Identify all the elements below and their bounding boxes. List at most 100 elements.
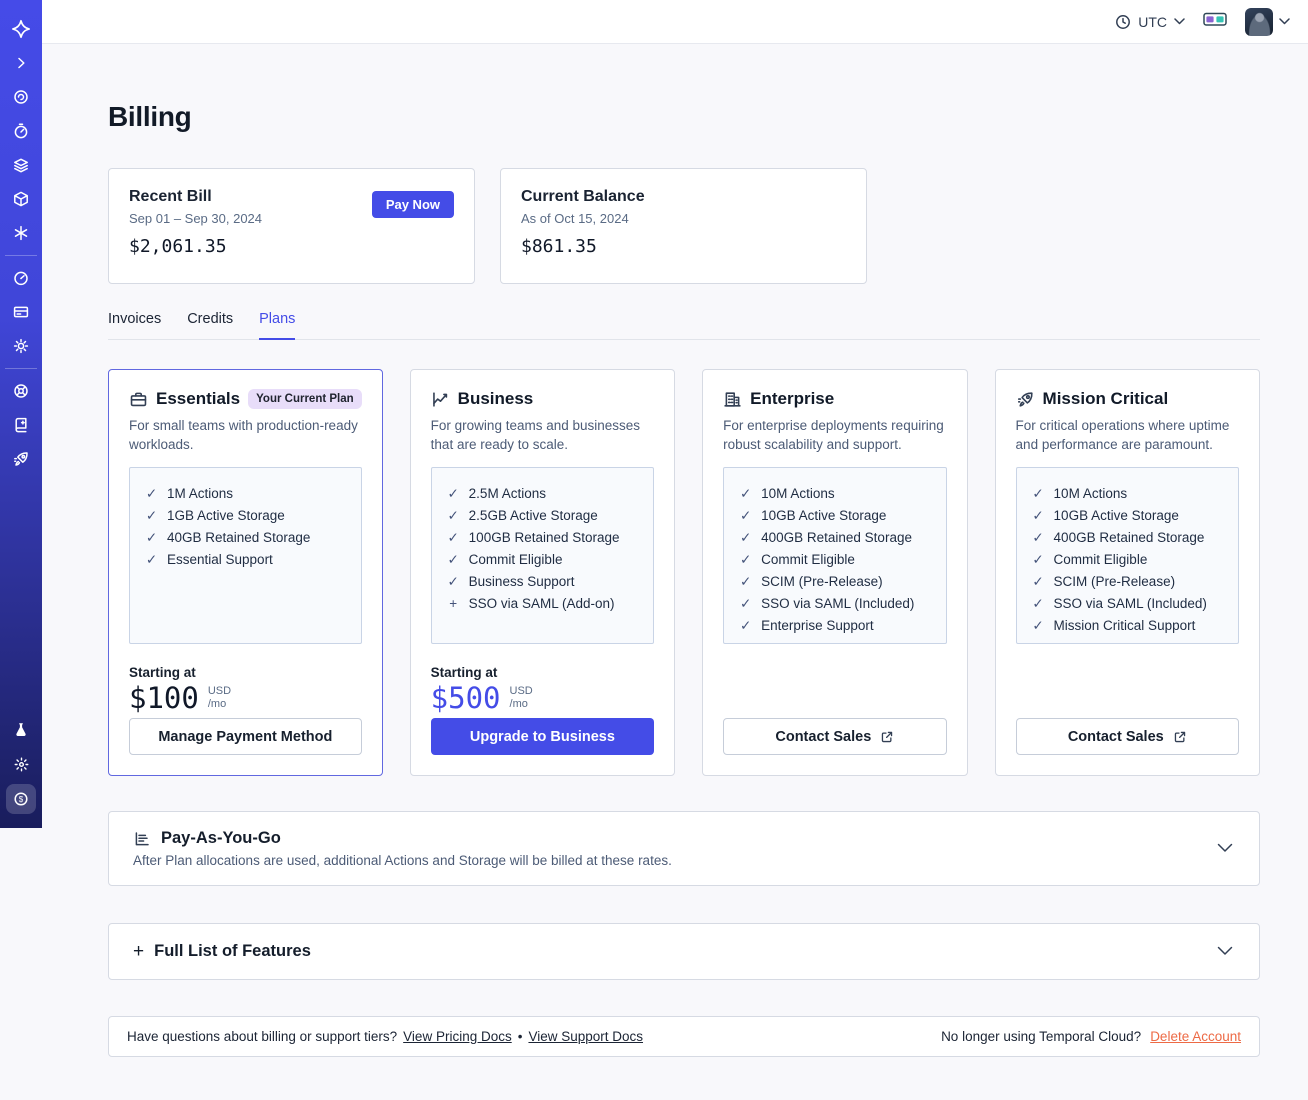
feature-item: ✓ 10GB Active Storage [1032,505,1232,527]
feature-item: ✓ 10M Actions [1032,483,1232,505]
sidebar-item-billing-active[interactable]: $ [6,784,36,814]
feature-item: ✓ 400GB Retained Storage [1032,527,1232,549]
feature-text: Business Support [468,574,575,590]
contact-sales-button[interactable]: Contact Sales [1015,718,1239,755]
plan-price: $500 [430,681,501,716]
current-balance-card: Current Balance As of Oct 15, 2024 $861.… [500,168,867,284]
timer-icon[interactable] [0,114,42,148]
feature-item: + SSO via SAML (Add-on) [447,593,647,615]
plan-card-essentials: Essentials Your Current Plan For small t… [108,369,383,776]
rocket-icon [1017,391,1033,407]
plan-description: For small teams with production-ready wo… [129,418,358,453]
layers-icon[interactable] [0,148,42,182]
flask-icon[interactable] [0,713,42,747]
current-plan-badge: Your Current Plan [248,389,362,409]
plan-description: For growing teams and businesses that ar… [430,418,641,453]
check-icon: ✓ [447,486,459,502]
plan-card-mission-critical: Mission Critical For critical operations… [994,369,1260,776]
sidebar-bottom-group: $ [0,713,42,814]
upgrade-to-business-button[interactable]: Upgrade to Business [430,718,655,755]
feature-item: ✓ Mission Critical Support [1032,615,1232,637]
feature-list: ✓ 2.5M Actions ✓ 2.5GB Active Storage ✓ 100… [430,467,655,645]
dollar-coin-icon: $ [14,792,28,806]
chart-line-icon [432,391,447,407]
external-link-icon [1174,731,1185,742]
expand-features-chevron-down-icon[interactable] [1217,943,1233,961]
spiral-icon[interactable] [0,80,42,114]
check-icon: ✓ [739,486,752,502]
plans-row: Essentials Your Current Plan For small t… [108,369,1260,776]
recent-bill-amount: $2,061.35 [129,236,227,257]
temporal-logo-icon[interactable] [0,12,42,46]
check-icon: ✓ [1032,486,1044,502]
delete-account-link[interactable]: Delete Account [1150,1029,1241,1044]
view-support-docs-link[interactable]: View Support Docs [528,1029,643,1044]
check-icon: ✓ [145,508,158,524]
feature-item: ✓ 100GB Retained Storage [447,527,647,549]
recent-bill-card: Recent Bill Sep 01 – Sep 30, 2024 $2,061… [108,168,475,284]
feature-text: 100GB Retained Storage [468,530,620,546]
gear-icon[interactable] [0,329,42,363]
rocket-icon[interactable] [0,442,42,476]
tab-invoices[interactable]: Invoices [108,311,161,339]
wheel-icon[interactable] [0,374,42,408]
feature-text: 40GB Retained Storage [167,530,311,546]
timezone-selector[interactable]: UTC [1115,14,1185,30]
full-list-title: Full List of Features [154,942,311,960]
feature-list: ✓ 10M Actions ✓ 10GB Active Storage ✓ 400GB… [1015,467,1239,645]
tab-plans[interactable]: Plans [259,311,296,340]
expand-sidebar-chevron-right-icon[interactable] [0,46,42,80]
plan-name: Essentials [156,389,241,408]
footer-right-question: No longer using Temporal Cloud? [941,1029,1142,1044]
footer-separator: • [517,1029,523,1044]
current-balance-amount: $861.35 [521,236,597,257]
contact-sales-button[interactable]: Contact Sales [723,718,947,755]
check-icon: ✓ [145,486,158,502]
feature-list: ✓ 1M Actions ✓ 1GB Active Storage ✓ 40GB Re… [129,467,362,645]
gauge-icon[interactable] [0,261,42,295]
feature-text: SSO via SAML (Add-on) [468,596,615,612]
feature-text: 1GB Active Storage [167,508,285,524]
billing-footer: Have questions about billing or support … [108,1016,1260,1057]
asterisk-icon[interactable] [0,216,42,250]
svg-text:$: $ [19,795,24,804]
starting-at-label: Starting at [430,665,498,681]
building-icon [724,391,741,407]
view-pricing-docs-link[interactable]: View Pricing Docs [403,1029,512,1044]
chevron-down-icon [1174,18,1185,25]
feature-text: Mission Critical Support [1053,618,1196,634]
feature-item: ✓ 40GB Retained Storage [145,527,355,549]
footer-question: Have questions about billing or support … [127,1029,398,1044]
feature-item: ✓ Commit Eligible [739,549,939,571]
account-menu[interactable] [1245,7,1290,36]
feature-text: SSO via SAML (Included) [761,596,915,612]
check-icon: ✓ [1032,508,1044,524]
feature-text: 2.5GB Active Storage [468,508,598,524]
tab-credits[interactable]: Credits [187,311,233,339]
credit-card-icon[interactable] [0,295,42,329]
3d-glasses-icon[interactable] [1203,12,1227,32]
feature-item: ✓ Enterprise Support [739,615,939,637]
feature-text: 10GB Active Storage [761,508,887,524]
sun-icon[interactable] [0,747,42,781]
book-icon[interactable] [0,408,42,442]
feature-item: ✓ 400GB Retained Storage [739,527,939,549]
sidebar: $ [0,0,42,828]
payg-title: Pay-As-You-Go [161,829,281,847]
plan-name: Enterprise [750,389,835,408]
check-icon: ✓ [447,508,459,524]
check-icon: ✓ [739,574,752,590]
feature-text: Commit Eligible [1053,552,1148,568]
check-icon: ✓ [447,574,459,590]
feature-item: ✓ 2.5GB Active Storage [447,505,647,527]
current-balance-title: Current Balance [521,188,645,205]
pay-now-button[interactable]: Pay Now [371,191,454,218]
cube-icon[interactable] [0,182,42,216]
check-icon: ✓ [145,552,158,568]
expand-payg-chevron-down-icon[interactable] [1217,840,1233,858]
feature-text: 10GB Active Storage [1053,508,1179,524]
check-icon: ✓ [739,508,752,524]
manage-payment-method-button[interactable]: Manage Payment Method [129,718,362,755]
feature-text: 1M Actions [167,486,234,502]
feature-item: ✓ 1M Actions [145,483,355,505]
